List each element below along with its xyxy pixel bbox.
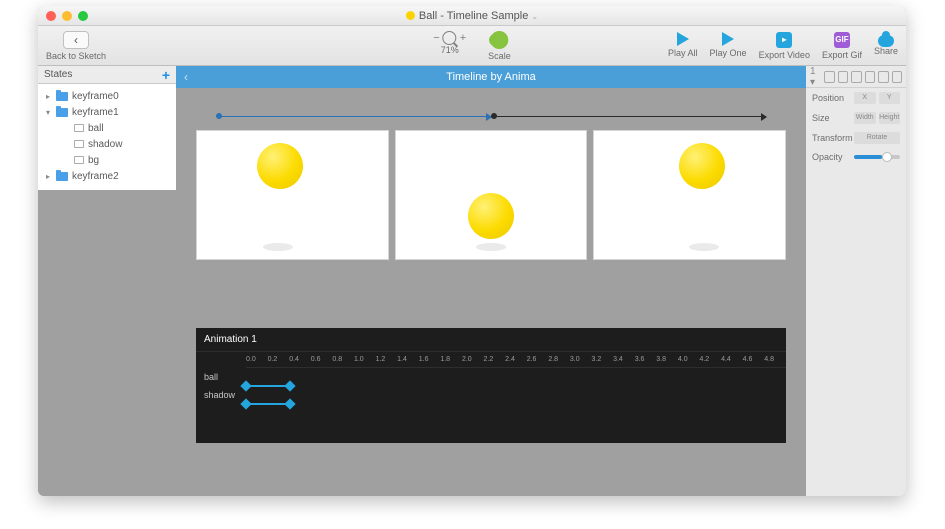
tree-item-ball[interactable]: ball [38,120,176,136]
align-icon[interactable] [878,71,888,83]
time-ruler[interactable]: 0.00.20.40.60.81.01.21.41.61.82.02.22.42… [246,352,786,368]
timeline-title-bar: ‹ Timeline by Anima [176,66,806,88]
play-all-label: Play All [668,48,698,58]
folder-icon [56,108,68,117]
tree-item-shadow[interactable]: shadow [38,136,176,152]
inspector-panel: 1 ▾ Position XY Size WidthHeight Transform… [806,66,906,496]
window-title: Ball - Timeline Sample ⌄ [38,10,906,22]
timeline-back-icon[interactable]: ‹ [184,70,188,84]
tree-item-keyframe0[interactable]: ▸keyframe0 [38,88,176,104]
position-y-field[interactable]: Y [879,92,901,104]
keyframe-preview-1[interactable] [395,130,588,260]
tree-item-keyframe1[interactable]: ▾keyframe1 [38,104,176,120]
play-one-icon[interactable] [722,32,734,46]
opacity-slider[interactable] [854,155,900,159]
timeline-row-shadow[interactable]: shadow [196,386,786,404]
align-icon[interactable] [851,71,861,83]
layer-icon [74,156,84,164]
align-icon[interactable] [824,71,834,83]
folder-icon [56,172,68,181]
transition-arrows [216,116,766,126]
size-width-field[interactable]: Width [854,112,876,124]
position-label: Position [812,93,850,103]
scale-label: Scale [488,51,511,61]
play-all-icon[interactable] [677,32,689,46]
back-label: Back to Sketch [46,51,106,61]
zoom-minus[interactable]: − [433,32,439,44]
add-state-button[interactable]: + [162,67,170,83]
rotate-field[interactable]: Rotate [854,132,900,144]
tree-item-bg[interactable]: bg [38,152,176,168]
tree-item-keyframe2[interactable]: ▸keyframe2 [38,168,176,184]
share-label: Share [874,46,898,56]
opacity-label: Opacity [812,152,850,162]
states-tree: ▸keyframe0 ▾keyframe1 ball shadow bg ▸ke… [38,84,176,190]
keyframe-preview-2[interactable] [593,130,786,260]
play-one-label: Play One [710,48,747,58]
app-window: Ball - Timeline Sample ⌄ ‹ Back to Sketc… [38,6,906,496]
export-gif-label: Export Gif [822,50,862,60]
back-button[interactable]: ‹ [63,31,89,49]
export-gif-icon[interactable]: GIF [834,32,850,48]
export-video-label: Export Video [759,50,810,60]
timeline-panel: Animation 1 0.00.20.40.60.81.01.21.41.61… [196,328,786,443]
align-icon[interactable] [865,71,875,83]
transform-label: Transform [812,133,850,143]
scale-icon[interactable] [487,27,512,52]
export-video-icon[interactable]: ▸ [776,32,792,48]
states-panel: States + ▸keyframe0 ▾keyframe1 ball shad… [38,66,176,186]
size-label: Size [812,113,850,123]
align-icon[interactable] [838,71,848,83]
inspector-icon-row: 1 ▾ [806,66,906,88]
share-icon[interactable] [878,35,894,47]
states-header: States + [38,66,176,84]
position-x-field[interactable]: X [854,92,876,104]
keyframe-preview-0[interactable] [196,130,389,260]
animation-title: Animation 1 [196,328,786,352]
folder-icon [56,92,68,101]
align-icon[interactable] [892,71,902,83]
layer-icon [74,140,84,148]
canvas-area: ‹ Timeline by Anima Animation 1 0.00.20.… [176,66,806,496]
layer-icon [74,124,84,132]
magnifier-icon[interactable] [443,31,457,45]
size-height-field[interactable]: Height [879,112,901,124]
titlebar: Ball - Timeline Sample ⌄ [38,6,906,26]
zoom-plus[interactable]: + [460,32,466,44]
timeline-row-ball[interactable]: ball [196,368,786,386]
toolbar: ‹ Back to Sketch − + 71% Scale Play All … [38,26,906,66]
